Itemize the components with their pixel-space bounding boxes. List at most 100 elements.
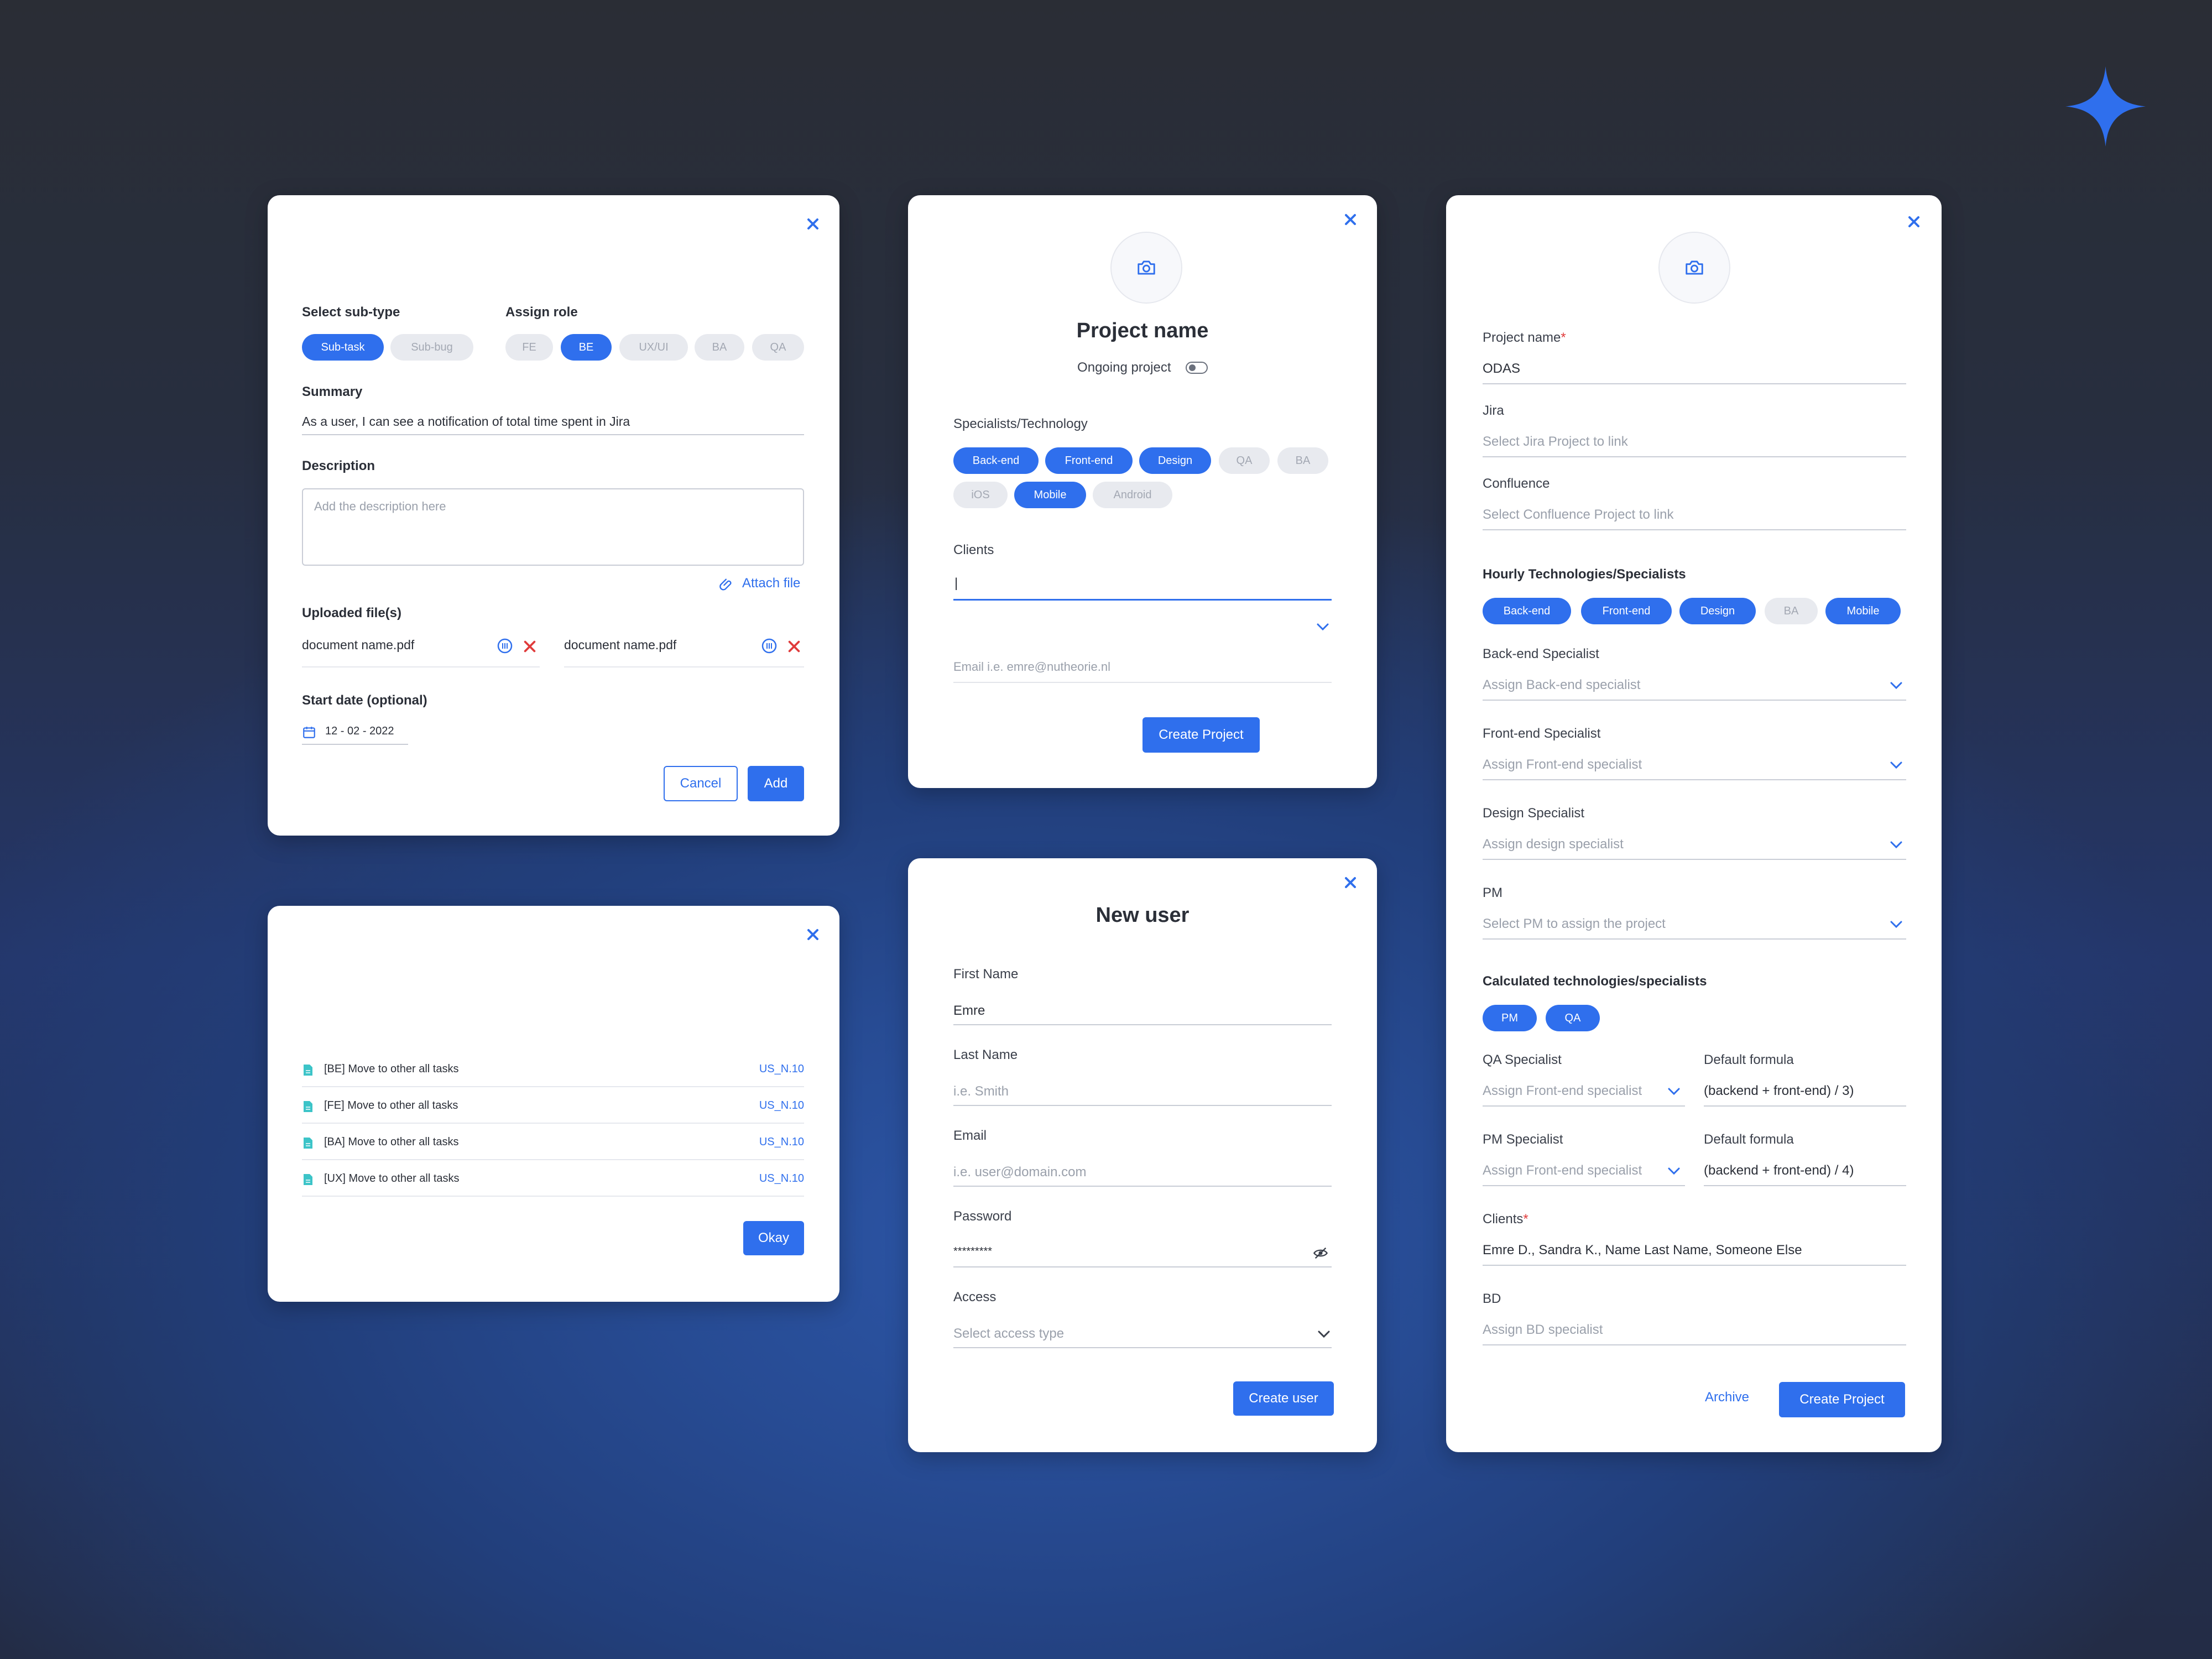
chip-android[interactable]: Android (1093, 482, 1172, 508)
view-file-icon[interactable] (761, 638, 778, 654)
tasks-modal: [BE] Move to other all tasks US_N.10 [FE… (268, 906, 839, 1302)
close-icon[interactable] (802, 924, 824, 946)
close-icon[interactable] (1339, 872, 1361, 894)
task-row[interactable]: [FE] Move to other all tasks US_N.10 (302, 1087, 804, 1124)
create-project-button[interactable]: Create Project (1779, 1382, 1905, 1417)
last-name-label: Last Name (953, 1047, 1018, 1062)
chip-qa[interactable]: QA (1219, 447, 1270, 474)
pm-formula-underline (1704, 1185, 1906, 1186)
attach-file-label[interactable]: Attach file (742, 576, 800, 591)
close-icon[interactable] (1903, 211, 1925, 233)
clients-input[interactable]: Emre D., Sandra K., Name Last Name, Some… (1483, 1243, 1802, 1258)
chip-design[interactable]: Design (1139, 447, 1211, 474)
confluence-label: Confluence (1483, 476, 1550, 491)
project-title: Project name (1076, 319, 1209, 342)
chip-role-be[interactable]: BE (561, 334, 612, 361)
start-date-input[interactable]: 12 - 02 - 2022 (302, 719, 408, 745)
chip-mobile[interactable]: Mobile (1014, 482, 1086, 508)
first-name-input[interactable]: Emre (953, 1003, 985, 1019)
ongoing-toggle[interactable] (1185, 362, 1208, 374)
chip-role-uxui[interactable]: UX/UI (619, 334, 688, 361)
backend-specialist-select[interactable]: Assign Back-end specialist (1483, 677, 1640, 693)
chip-pm[interactable]: PM (1483, 1005, 1537, 1031)
task-row[interactable]: [BA] Move to other all tasks US_N.10 (302, 1124, 804, 1160)
specialists-label: Specialists/Technology (953, 416, 1088, 431)
last-name-input[interactable]: i.e. Smith (953, 1084, 1009, 1099)
camera-icon (1686, 260, 1703, 275)
chip-back-end[interactable]: Back-end (953, 447, 1039, 474)
create-project-button[interactable]: Create Project (1142, 717, 1260, 753)
task-id-link[interactable]: US_N.10 (759, 1063, 804, 1076)
chevron-down-icon[interactable] (1888, 681, 1904, 691)
view-file-icon[interactable] (497, 638, 513, 654)
first-name-underline (953, 1024, 1332, 1025)
chip-role-qa[interactable]: QA (752, 334, 804, 361)
pm-formula-input[interactable]: (backend + front-end) / 4) (1704, 1163, 1854, 1178)
first-name-label: First Name (953, 967, 1019, 982)
task-id-link[interactable]: US_N.10 (759, 1136, 804, 1149)
start-date-value: 12 - 02 - 2022 (325, 725, 394, 737)
chevron-down-icon[interactable] (1316, 1329, 1332, 1339)
summary-input[interactable]: As a user, I can see a notification of t… (302, 414, 630, 429)
chevron-down-icon[interactable] (1315, 622, 1331, 632)
chip-front-end[interactable]: Front-end (1045, 447, 1133, 474)
password-input[interactable]: ********* (953, 1245, 992, 1258)
chip-mobile[interactable]: Mobile (1825, 598, 1901, 624)
project-avatar[interactable] (1110, 232, 1182, 304)
chip-role-ba[interactable]: BA (695, 334, 744, 361)
project-name-input[interactable]: ODAS (1483, 361, 1520, 377)
design-specialist-select[interactable]: Assign design specialist (1483, 837, 1624, 852)
bd-select[interactable]: Assign BD specialist (1483, 1322, 1603, 1338)
task-row[interactable]: [UX] Move to other all tasks US_N.10 (302, 1160, 804, 1197)
chevron-down-icon[interactable] (1888, 840, 1904, 850)
chip-sub-bug[interactable]: Sub-bug (390, 334, 473, 361)
cancel-button[interactable]: Cancel (664, 766, 738, 801)
create-user-button[interactable]: Create user (1233, 1381, 1334, 1416)
delete-file-icon[interactable] (786, 639, 802, 654)
chip-design[interactable]: Design (1679, 598, 1756, 624)
qa-formula-input[interactable]: (backend + front-end) / 3) (1704, 1083, 1854, 1099)
pm-specialist-select[interactable]: Assign Front-end specialist (1483, 1163, 1642, 1178)
task-tag: [UX] (324, 1172, 346, 1185)
confluence-select[interactable]: Select Confluence Project to link (1483, 507, 1674, 523)
jira-label: Jira (1483, 403, 1504, 418)
task-row[interactable]: [BE] Move to other all tasks US_N.10 (302, 1051, 804, 1087)
add-button[interactable]: Add (748, 766, 804, 801)
okay-button[interactable]: Okay (743, 1221, 804, 1255)
access-select[interactable]: Select access type (953, 1326, 1064, 1342)
task-id-link[interactable]: US_N.10 (759, 1099, 804, 1112)
frontend-specialist-select[interactable]: Assign Front-end specialist (1483, 757, 1642, 773)
task-id-link[interactable]: US_N.10 (759, 1172, 804, 1185)
delete-file-icon[interactable] (522, 639, 538, 654)
eye-off-icon[interactable] (1313, 1245, 1328, 1261)
chip-ios[interactable]: iOS (953, 482, 1008, 508)
archive-link[interactable]: Archive (1705, 1390, 1749, 1405)
chip-sub-task[interactable]: Sub-task (302, 334, 384, 361)
summary-underline (302, 434, 804, 435)
chevron-down-icon[interactable] (1888, 920, 1904, 930)
chip-front-end[interactable]: Front-end (1581, 598, 1672, 624)
email-underline (953, 1186, 1332, 1187)
jira-underline (1483, 456, 1906, 457)
qa-specialist-select[interactable]: Assign Front-end specialist (1483, 1083, 1642, 1099)
chip-ba[interactable]: BA (1765, 598, 1818, 624)
jira-select[interactable]: Select Jira Project to link (1483, 434, 1628, 450)
chevron-down-icon[interactable] (1666, 1087, 1682, 1097)
chip-role-fe[interactable]: FE (505, 334, 553, 361)
email-input[interactable]: i.e. user@domain.com (953, 1165, 1086, 1180)
chevron-down-icon[interactable] (1666, 1166, 1682, 1176)
chip-qa[interactable]: QA (1546, 1005, 1600, 1031)
project-avatar[interactable] (1658, 232, 1730, 304)
chip-back-end[interactable]: Back-end (1483, 598, 1571, 624)
chip-ba[interactable]: BA (1277, 447, 1328, 474)
clients-input[interactable]: | (954, 576, 958, 591)
close-icon[interactable] (1339, 208, 1361, 231)
client-email-input[interactable]: Email i.e. emre@nutheorie.nl (953, 660, 1110, 674)
task-title: Move to other all tasks (347, 1099, 458, 1112)
project-name-underline (1483, 383, 1906, 384)
new-user-title: New user (1095, 904, 1190, 927)
description-textarea[interactable]: Add the description here (302, 488, 804, 566)
pm-select[interactable]: Select PM to assign the project (1483, 916, 1666, 932)
close-icon[interactable] (802, 213, 824, 235)
chevron-down-icon[interactable] (1888, 760, 1904, 770)
